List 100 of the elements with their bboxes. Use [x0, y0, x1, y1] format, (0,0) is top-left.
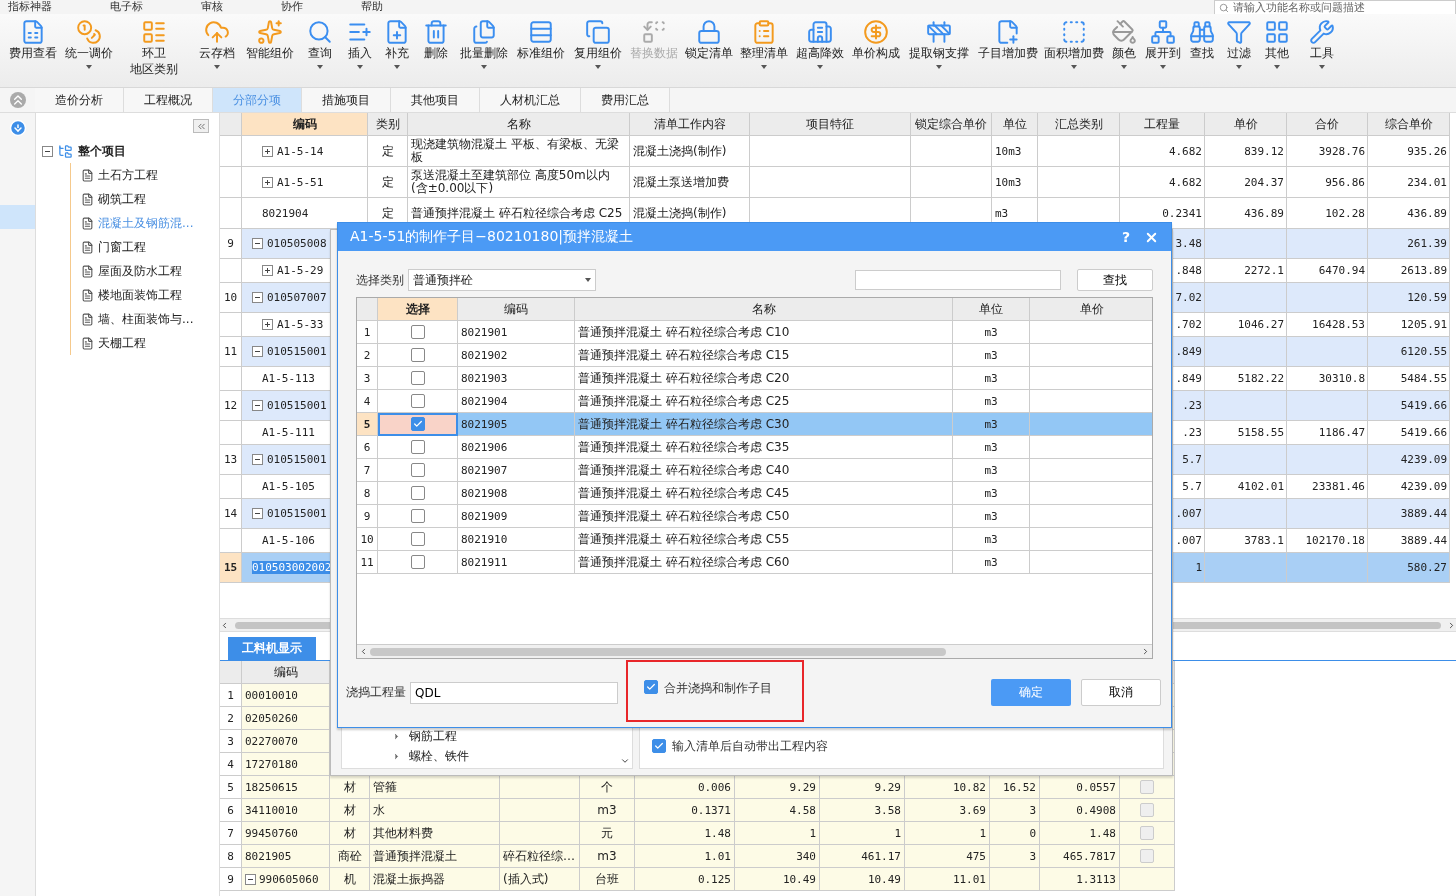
- tree-item[interactable]: 墙、柱面装饰与...: [98, 310, 194, 328]
- checkbox[interactable]: [410, 486, 425, 500]
- tree-item[interactable]: 楼地面装饰工程: [98, 286, 182, 304]
- category-select[interactable]: 普通预拌砼: [408, 269, 596, 291]
- search-button[interactable]: 查找: [1077, 269, 1153, 291]
- checkbox[interactable]: [1140, 803, 1154, 817]
- toolbar-button[interactable]: 费用查看: [4, 19, 62, 61]
- column-header[interactable]: 锁定综合单价: [911, 113, 992, 136]
- expand-icon[interactable]: [262, 176, 273, 188]
- scroll-down-icon[interactable]: [620, 756, 630, 766]
- column-header[interactable]: 项目特征: [750, 113, 911, 136]
- toolbar-button[interactable]: 锁定清单: [682, 19, 736, 61]
- column-header[interactable]: 清单工作内容: [630, 113, 750, 136]
- menu-item[interactable]: 审核: [201, 1, 223, 13]
- toolbar-button[interactable]: 整理清单: [736, 19, 792, 69]
- checkbox-label[interactable]: 合并浇捣和制作子目: [664, 679, 772, 697]
- toolbar-button[interactable]: 提取钢支撑: [904, 19, 974, 69]
- expand-icon[interactable]: [262, 145, 273, 157]
- collapse-panel-button[interactable]: [193, 119, 209, 133]
- scroll-left-icon[interactable]: [220, 620, 229, 630]
- tree-item[interactable]: 混凝土及钢筋混...: [98, 214, 194, 232]
- column-header[interactable]: 综合单价: [1368, 113, 1450, 136]
- checkbox[interactable]: [410, 348, 425, 362]
- toolbar-button[interactable]: 补充: [378, 19, 416, 69]
- menu-item[interactable]: 帮助: [361, 1, 383, 13]
- toolbar-button[interactable]: 云存档: [192, 19, 242, 69]
- checkbox[interactable]: [410, 555, 425, 569]
- cancel-button[interactable]: 取消: [1081, 679, 1161, 706]
- download-icon[interactable]: [8, 119, 27, 137]
- checkbox[interactable]: [410, 509, 425, 523]
- tree-item[interactable]: 螺栓、铁件: [409, 747, 469, 765]
- column-header[interactable]: 选择: [378, 298, 458, 321]
- tree-item[interactable]: 钢筋工程: [409, 727, 457, 745]
- search-field[interactable]: [855, 270, 1061, 290]
- column-header[interactable]: 单价: [1030, 298, 1152, 321]
- tree-item[interactable]: 门窗工程: [98, 238, 146, 256]
- checkbox[interactable]: [410, 325, 425, 339]
- column-header[interactable]: 名称: [408, 113, 630, 136]
- checkbox[interactable]: [1140, 780, 1154, 794]
- collapse-icon[interactable]: [252, 238, 263, 249]
- toolbar-button[interactable]: 展开到: [1142, 19, 1184, 69]
- checkbox[interactable]: [410, 440, 425, 454]
- column-header[interactable]: 名称: [575, 298, 953, 321]
- toolbar-button[interactable]: 查找: [1184, 19, 1220, 61]
- checkbox[interactable]: [652, 739, 666, 753]
- scroll-right-icon[interactable]: [1141, 647, 1150, 656]
- toolbar-button[interactable]: 超高降效: [792, 19, 848, 69]
- column-header[interactable]: 单位: [992, 113, 1038, 136]
- collapse-icon[interactable]: [42, 145, 53, 157]
- toolbar-button[interactable]: 子目增加费: [974, 19, 1042, 61]
- collapse-icon[interactable]: [252, 454, 263, 465]
- toolbar-button[interactable]: 颜色: [1106, 19, 1142, 69]
- column-header[interactable]: 编码: [458, 298, 575, 321]
- toolbar-button[interactable]: 删除: [416, 19, 456, 61]
- toolbar-button[interactable]: 其他: [1258, 19, 1296, 69]
- toolbar-button[interactable]: 单价构成: [848, 19, 904, 61]
- scroll-left-icon[interactable]: [359, 647, 368, 656]
- toolbar-button[interactable]: 批量删除: [456, 19, 512, 69]
- collapse-icon[interactable]: [252, 346, 263, 357]
- column-header[interactable]: 单价: [1205, 113, 1287, 136]
- checkbox[interactable]: [410, 463, 425, 477]
- menu-item[interactable]: 指标神器: [8, 1, 52, 13]
- checkbox[interactable]: [410, 417, 425, 431]
- column-header[interactable]: 编码: [242, 661, 330, 684]
- column-header[interactable]: 编码: [242, 113, 368, 136]
- checkbox[interactable]: [410, 532, 425, 546]
- collapse-icon[interactable]: [252, 400, 263, 411]
- toolbar-button[interactable]: 复用组价: [570, 19, 626, 69]
- checkbox[interactable]: [644, 679, 658, 694]
- column-header[interactable]: 汇总类别: [1038, 113, 1120, 136]
- collapse-up-icon[interactable]: [9, 92, 26, 108]
- expand-icon[interactable]: [262, 319, 273, 330]
- column-header[interactable]: 类别: [368, 113, 408, 136]
- checkbox[interactable]: [1140, 826, 1154, 840]
- scroll-right-icon[interactable]: [1447, 620, 1456, 630]
- checkbox[interactable]: [410, 394, 425, 408]
- menu-item[interactable]: 电子标: [110, 1, 143, 13]
- expand-icon[interactable]: [262, 265, 273, 276]
- scrollbar[interactable]: [357, 644, 1152, 658]
- tree-item[interactable]: 砌筑工程: [98, 190, 146, 208]
- collapse-icon[interactable]: [252, 292, 263, 303]
- column-header[interactable]: 单位: [953, 298, 1030, 321]
- toolbar-button[interactable]: 环卫 地区类别: [116, 19, 192, 77]
- checkbox[interactable]: [410, 371, 425, 385]
- menu-item[interactable]: 协作: [281, 1, 303, 13]
- toolbar-button[interactable]: 过滤: [1220, 19, 1258, 69]
- checkbox[interactable]: [1140, 849, 1154, 863]
- search-field[interactable]: 请输入功能名称或问题描述: [1214, 0, 1456, 14]
- tree-item[interactable]: 整个项目: [78, 142, 126, 160]
- collapse-icon[interactable]: [245, 873, 256, 885]
- toolbar-button[interactable]: 插入: [342, 19, 378, 69]
- quantity-field[interactable]: QDL: [410, 681, 618, 704]
- toolbar-button[interactable]: 统一调价: [62, 19, 116, 69]
- tree-item[interactable]: 土石方工程: [98, 166, 158, 184]
- tree-item[interactable]: 天棚工程: [98, 334, 146, 352]
- toolbar-button[interactable]: 查询: [298, 19, 342, 69]
- toolbar-button[interactable]: 智能组价: [242, 19, 298, 61]
- checkbox-label[interactable]: 输入清单后自动带出工程内容: [672, 737, 828, 755]
- column-header[interactable]: 合价: [1287, 113, 1368, 136]
- tree-item[interactable]: 屋面及防水工程: [98, 262, 182, 280]
